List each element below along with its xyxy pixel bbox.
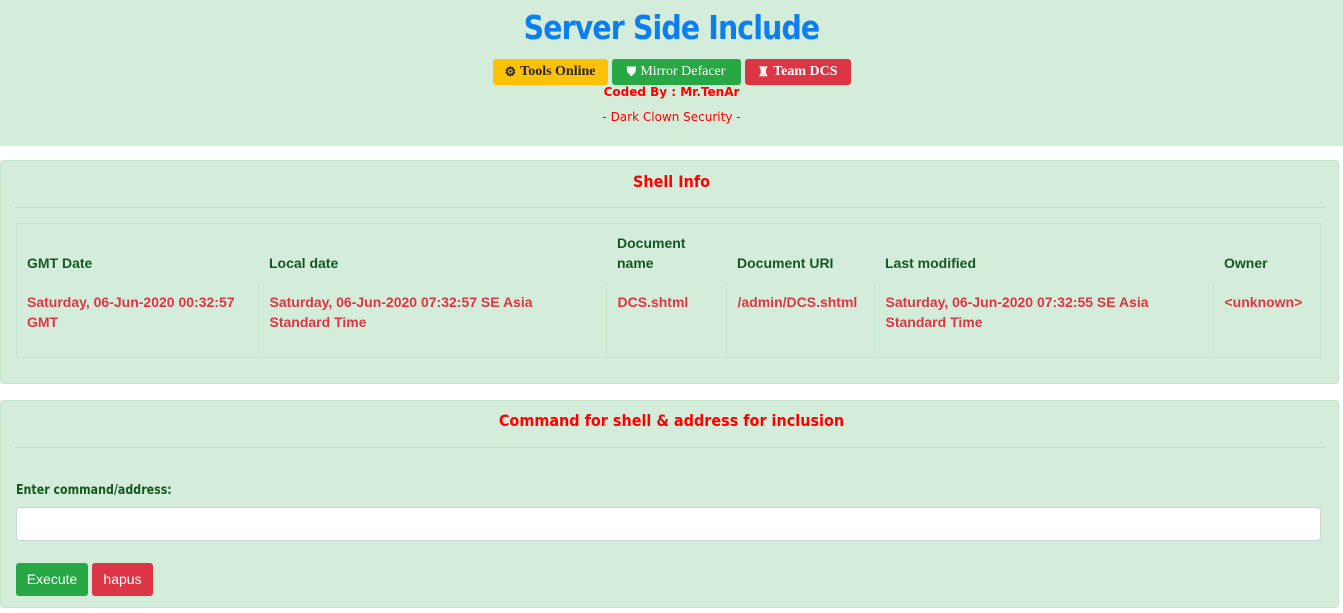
tools-online-button[interactable]: ⚙ Tools Online [492,59,608,85]
tools-online-label: Tools Online [520,64,596,79]
cell-gmt-date: Saturday, 06-Jun-2020 00:32:57 GMT [27,294,235,330]
team-icon: ♜ [757,64,770,79]
command-title: Command for shell & address for inclusio… [498,411,845,430]
coded-by-text: Coded By : Mr.TenAr [603,85,740,99]
table-row: Saturday, 06-Jun-2020 00:32:57 GMT Satur… [16,282,1321,354]
cell-last-modified: Saturday, 06-Jun-2020 07:32:55 SE Asia S… [873,282,1213,354]
command-input[interactable] [16,507,1321,541]
col-document-uri: Document URI [737,255,834,271]
col-document-name: Document name [617,235,686,271]
col-local-date: Local date [269,255,339,271]
cell-owner: <unknown> [1212,282,1321,354]
header: Server Side Include ⚙ Tools Online ⛊ Mir… [0,0,1343,146]
gear-icon: ⚙ [504,64,517,79]
shell-info-table: GMT Date Local date Document name Docume… [16,223,1321,354]
team-name-text: - Dark Clown Security - [602,110,741,124]
team-dcs-button[interactable]: ♜ Team DCS [744,59,851,85]
col-last-modified: Last modified [885,255,977,271]
col-gmt-date: GMT Date [27,255,93,271]
delete-button[interactable]: hapus [92,563,153,596]
page-title: Server Side Include [523,8,821,47]
shell-info-divider [15,207,1326,208]
command-divider [15,447,1326,448]
cell-document-name: DCS.shtml [605,282,726,354]
command-label: Enter command/address: [16,483,172,498]
team-dcs-label: Team DCS [773,64,838,79]
mirror-defacer-label: Mirror Defacer [640,64,726,79]
mirror-defacer-button[interactable]: ⛊ Mirror Defacer [611,59,741,85]
cell-document-uri: /admin/DCS.shtml [725,282,874,354]
table-header-row: GMT Date Local date Document name Docume… [16,223,1321,282]
execute-button[interactable]: Execute [16,563,88,596]
cell-local-date: Saturday, 06-Jun-2020 07:32:57 SE Asia S… [257,282,606,354]
header-button-row: ⚙ Tools Online ⛊ Mirror Defacer ♜ Team D… [0,59,1343,85]
shell-info-title: Shell Info [632,172,711,191]
col-owner: Owner [1224,255,1268,271]
command-card [0,400,1339,608]
shield-icon: ⛊ [626,64,637,79]
